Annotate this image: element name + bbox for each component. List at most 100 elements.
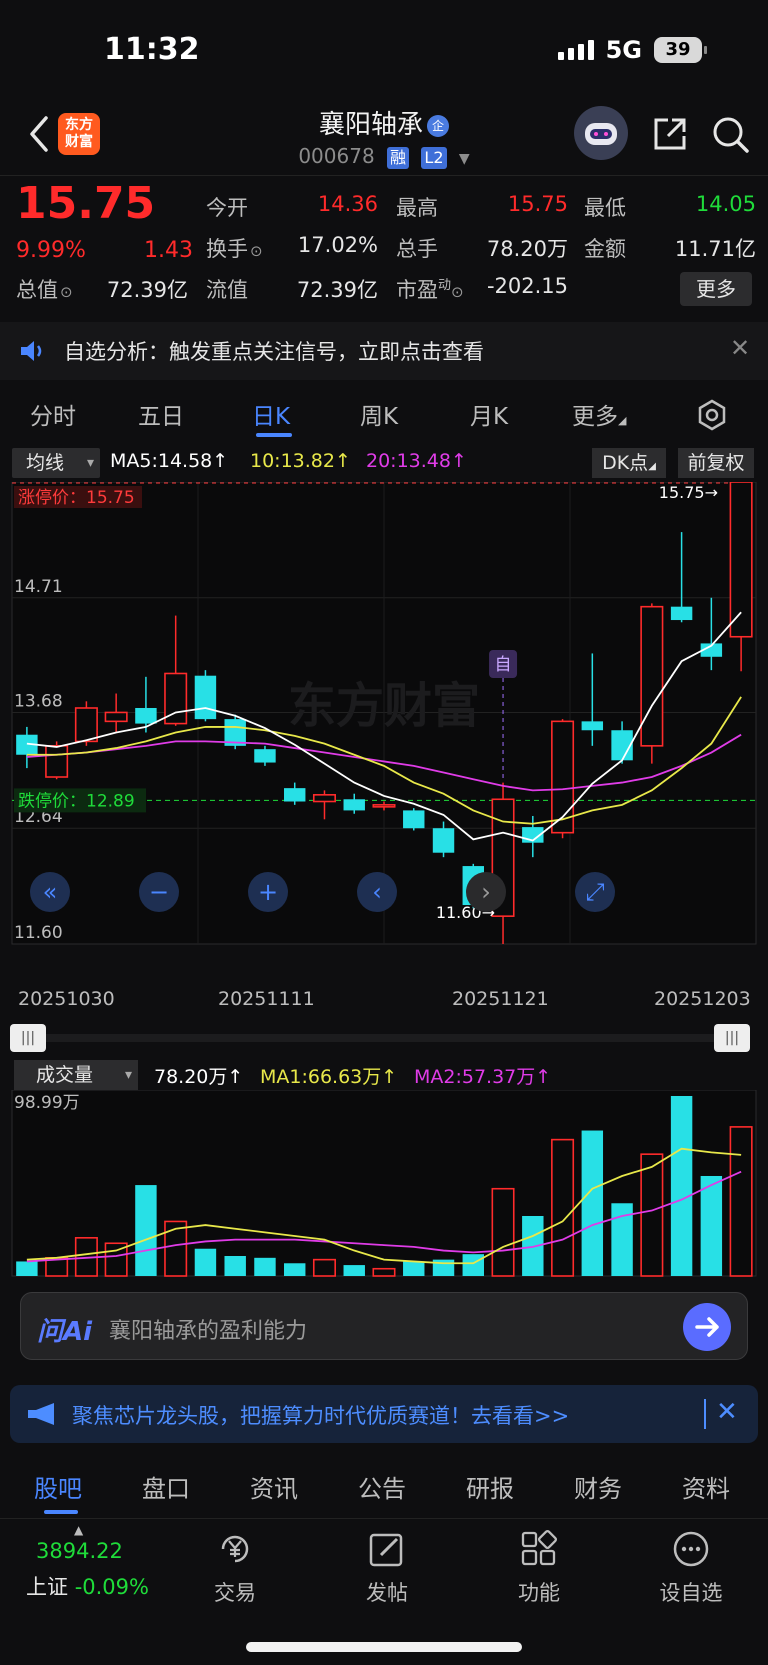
volume-row: 成交量 78.20万↑ MA1:66.63万↑ MA2:57.37万↑ [0,1058,768,1092]
megaphone-icon [28,1403,54,1425]
kline-chart[interactable]: 东方财富15.7514.7113.6812.6411.60涨停价：15.75跌停… [0,482,768,982]
level2-tag: L2 [421,147,447,169]
adjust-button[interactable]: 前复权 [678,448,754,478]
more-dots-icon [673,1531,709,1567]
add-watchlist-label: 设自选 [659,1581,723,1605]
tab-more[interactable]: 更多◢ [572,397,626,431]
chevron-left-icon[interactable]: ‹ [357,872,397,912]
high-label: 最高 [396,196,438,220]
chevron-down-icon: ▼ [458,151,470,167]
candle-down [254,749,276,763]
y-tick-label: 14.71 [14,577,63,597]
tab-news[interactable]: 资讯 [250,1469,298,1504]
zoom-in-icon-glyph: + [258,878,278,906]
post-button[interactable]: 发帖 [342,1529,432,1607]
candle-up [372,804,396,808]
pe-label: 市盈动⊙ [396,278,464,302]
mcap-value: 72.39亿 [106,278,188,302]
volume-bar-up [551,1138,575,1277]
limit-down-label: 跌停价：12.89 [18,791,135,811]
scroller-left-handle[interactable]: ||| [10,1024,46,1052]
amount-value: 11.71亿 [674,237,756,261]
candle-down [581,721,604,731]
volume-chart[interactable]: 98.99万 [0,1089,768,1278]
low-value: 14.05 [695,192,756,216]
bottom-tabs: 股吧 盘口 资讯 公告 研报 财务 资料 [0,1455,768,1515]
volume-bar-down [254,1257,276,1276]
margin-tag: 融 [387,147,410,169]
volume-bar-down [581,1130,604,1276]
tab-monthly-k[interactable]: 月K [470,397,508,431]
more-button[interactable]: 更多 [680,272,752,306]
tab-announcements[interactable]: 公告 [358,1469,406,1504]
ai-ask-bar[interactable]: 问Ai 襄阳轴承的盈利能力 [20,1292,748,1360]
close-icon[interactable]: ✕ [716,1397,738,1427]
max-price-mark: 15.75→ [659,483,718,502]
ma10-value: 10:13.82↑ [250,450,351,472]
low-label: 最低 [584,196,626,220]
scroller-track [10,1034,750,1042]
caret-up-icon: ▲ [74,1523,84,1537]
chevron-right-icon[interactable]: › [466,872,506,912]
ai-robot-avatar[interactable] [574,106,628,160]
turnover-label: 换手 ⊙ [206,237,263,261]
robot-icon [585,123,617,145]
zoom-out-icon[interactable]: − [139,872,179,912]
expand-icon[interactable]: ⤢ [575,872,615,912]
stock-code: 000678 [298,144,375,168]
chevron-right-icon-glyph: › [481,878,491,906]
range-scroller[interactable]: ||| ||| [10,1024,750,1052]
scroller-right-handle[interactable]: ||| [714,1024,750,1052]
y-tick-label: 13.68 [14,691,63,711]
tab-weekly-k[interactable]: 周K [360,397,398,431]
trade-button[interactable]: 交易 [190,1529,280,1607]
search-icon[interactable] [710,114,750,154]
status-time: 11:32 [104,32,200,67]
tab-finance[interactable]: 财务 [574,1469,622,1504]
volume-svg: 98.99万 [11,1089,757,1277]
dk-button[interactable]: DK点◢ [592,448,666,478]
tab-intraday[interactable]: 分时 [30,397,76,431]
tab-profile[interactable]: 资料 [682,1469,730,1504]
tab-daily-k[interactable]: 日K [252,397,290,431]
float-label: 流值 [206,278,248,302]
index-value[interactable]: 3894.22 [36,1539,123,1563]
speaker-icon [21,341,42,361]
tab-five-day[interactable]: 五日 [138,397,184,431]
gear-icon[interactable] [696,399,728,431]
send-button[interactable] [683,1303,731,1351]
volume-max-label: 98.99万 [14,1093,80,1113]
close-icon[interactable]: ✕ [730,334,750,362]
date-label: 20251121 [452,988,549,1010]
watermark: 东方财富 [288,678,480,734]
function-button[interactable]: 功能 [494,1529,584,1607]
promo-bar[interactable]: 聚焦芯片龙头股，把握算力时代优质赛道！去看看>> ✕ [10,1385,758,1443]
period-tabs: 分时 五日 日K 周K 月K 更多◢ [0,385,768,443]
add-watchlist-button[interactable]: 设自选 [646,1529,736,1607]
share-icon[interactable] [650,114,690,154]
index-row[interactable]: 上证 -0.09% [26,1571,149,1601]
promo-text: 聚焦芯片龙头股，把握算力时代优质赛道！去看看>> [72,1404,570,1428]
volume-select[interactable]: 成交量 [14,1060,138,1090]
notice-bar[interactable]: 自选分析：触发重点关注信号，立即点击查看 ✕ [0,322,768,380]
volume-bar-down [224,1255,246,1276]
candle-up [45,745,69,778]
zoom-in-icon[interactable]: + [248,872,288,912]
tab-research[interactable]: 研报 [466,1469,514,1504]
rewind-icon[interactable]: « [30,872,70,912]
current-price: 15.75 [16,178,156,229]
mcap-label: 总值 ⊙ [16,278,73,302]
volume-bar-up [312,1258,336,1277]
candle-up [74,707,98,743]
kline-svg: 东方财富15.7514.7113.6812.6411.60涨停价：15.75跌停… [11,482,757,945]
open-label: 今开 [206,196,248,220]
open-value: 14.36 [317,192,378,216]
float-value: 72.39亿 [296,278,378,302]
tab-forum[interactable]: 股吧 [34,1469,82,1504]
indicator-select[interactable]: 均线 [12,448,100,478]
date-label: 20251111 [218,988,315,1010]
vol-ma2-value: MA2:57.37万↑ [414,1066,552,1088]
high-value: 15.75 [507,192,568,216]
enterprise-badge: 企 [427,114,449,137]
tab-order-book[interactable]: 盘口 [142,1469,190,1504]
